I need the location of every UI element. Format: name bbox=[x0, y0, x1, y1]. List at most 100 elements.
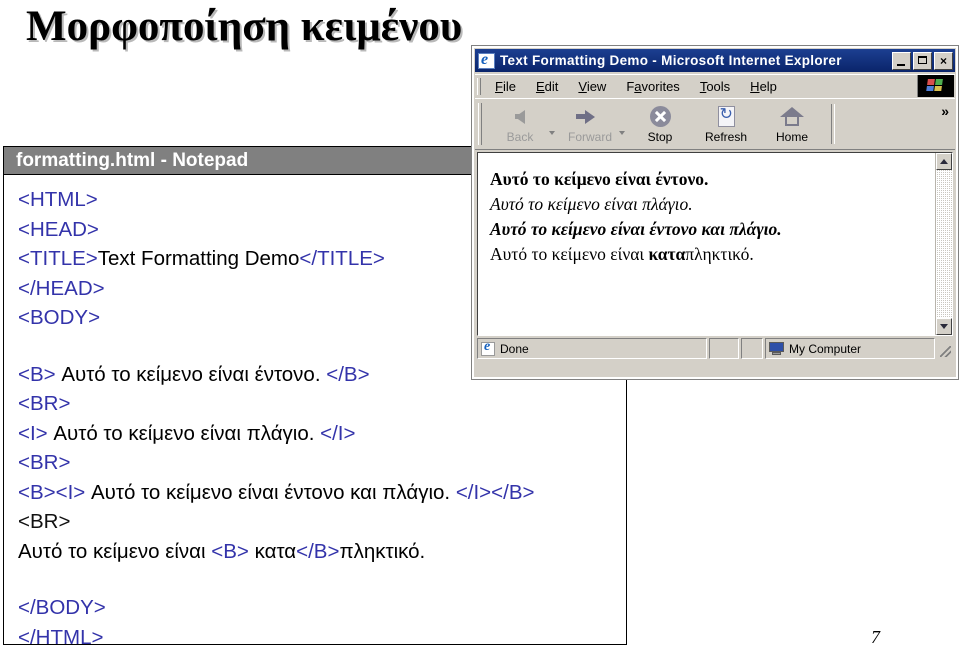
code-text: Αυτό το κείμενο είναι πλάγιο. bbox=[47, 421, 321, 445]
windows-flag-icon bbox=[926, 79, 944, 92]
toolbar-refresh-button[interactable]: Refresh bbox=[693, 101, 759, 147]
status-panel-spacer-1 bbox=[709, 338, 739, 359]
demo-text-line: Αυτό το κείμενο είναι έντονο. bbox=[490, 167, 935, 192]
forward-arrow-icon bbox=[576, 105, 595, 129]
resize-grip[interactable] bbox=[937, 338, 953, 359]
toolbar-stop-button[interactable]: Stop bbox=[627, 101, 693, 147]
security-zone-panel[interactable]: My Computer bbox=[765, 338, 935, 359]
menu-item-tools[interactable]: Tools bbox=[690, 78, 740, 95]
browser-menubar: File Edit View Favorites Tools Help bbox=[475, 74, 955, 97]
status-panel-spacer-2 bbox=[741, 338, 763, 359]
menu-item-help[interactable]: Help bbox=[740, 78, 787, 95]
window-controls: × bbox=[892, 51, 953, 70]
code-line: <BR> bbox=[18, 448, 626, 478]
code-tag: <BR> bbox=[18, 510, 71, 533]
demo-text-fragment: Αυτό το κείμενο είναι έντονο και πλάγιο. bbox=[490, 219, 782, 239]
close-icon: × bbox=[939, 53, 947, 68]
demo-text-line: Αυτό το κείμενο είναι έντονο και πλάγιο. bbox=[490, 217, 935, 242]
demo-text-fragment: Αυτό το κείμενο είναι πλάγιο. bbox=[490, 194, 693, 214]
code-tag: </B> bbox=[326, 362, 370, 386]
demo-text-line: Αυτό το κείμενο είναι καταπληκτικό. bbox=[490, 242, 935, 267]
code-tag: <HEAD> bbox=[18, 217, 99, 241]
code-tag: <B> bbox=[211, 539, 249, 563]
code-text: Text Formatting Demo bbox=[97, 247, 300, 270]
demo-text-fragment: Αυτό το κείμενο είναι έντονο. bbox=[490, 169, 709, 189]
notepad-title-text: formatting.html - Notepad bbox=[16, 149, 249, 171]
code-tag: <I> bbox=[18, 421, 48, 445]
code-tag: <B> bbox=[18, 362, 56, 386]
code-tag: </HTML> bbox=[18, 625, 104, 649]
code-tag: <BR> bbox=[18, 392, 71, 415]
code-text: Αυτό το κείμενο είναι έντονο και πλάγιο. bbox=[85, 480, 456, 504]
code-tag: </TITLE> bbox=[299, 247, 385, 270]
code-tag: </I></B> bbox=[455, 480, 535, 504]
code-tag: </BODY> bbox=[18, 596, 106, 619]
code-tag: <B><I> bbox=[18, 480, 86, 504]
code-line: <B><I> Αυτό το κείμενο είναι έντονο και … bbox=[18, 478, 626, 508]
code-line: </BODY> bbox=[18, 593, 626, 623]
toolbar-dropdown-caret-icon[interactable] bbox=[619, 131, 625, 135]
menu-item-edit[interactable]: Edit bbox=[526, 78, 568, 95]
ie-animated-logo-icon[interactable] bbox=[917, 75, 954, 97]
code-text: πληκτικό. bbox=[339, 539, 426, 563]
minimize-button[interactable] bbox=[892, 51, 911, 70]
vertical-scrollbar[interactable] bbox=[935, 153, 952, 335]
toolbar-button-label: Stop bbox=[647, 129, 673, 144]
ie-logo-icon bbox=[478, 51, 495, 69]
toolbar-buttons: Back Forward Stop Refresh Home bbox=[487, 101, 841, 147]
menu-item-file[interactable]: File bbox=[485, 78, 526, 95]
scrollbar-track[interactable] bbox=[936, 170, 952, 318]
demo-text-line: Αυτό το κείμενο είναι πλάγιο. bbox=[490, 192, 935, 217]
scroll-down-button[interactable] bbox=[936, 318, 952, 335]
maximize-button[interactable] bbox=[913, 51, 932, 70]
menubar-grip[interactable] bbox=[477, 77, 481, 95]
menubar-items: File Edit View Favorites Tools Help bbox=[485, 78, 787, 95]
toolbar-dropdown-caret-icon[interactable] bbox=[549, 131, 555, 135]
code-text: κατα bbox=[248, 539, 297, 563]
code-line: </HTML> bbox=[18, 623, 626, 653]
toolbar-home-button[interactable]: Home bbox=[759, 101, 825, 147]
rendered-page-content: Αυτό το κείμενο είναι έντονο. Αυτό το κεί… bbox=[478, 153, 935, 335]
code-line: <BR> bbox=[18, 389, 626, 419]
code-line: <I> Αυτό το κείμενο είναι πλάγιο. </I> bbox=[18, 419, 626, 449]
security-zone-text: My Computer bbox=[789, 341, 862, 356]
code-line: <BR> bbox=[18, 507, 626, 537]
my-computer-icon bbox=[769, 342, 784, 355]
code-tag: <BODY> bbox=[18, 306, 101, 329]
chevron-up-icon bbox=[940, 159, 948, 164]
code-tag: </HEAD> bbox=[18, 276, 105, 300]
menu-item-view[interactable]: View bbox=[568, 78, 616, 95]
code-tag: <BR> bbox=[18, 451, 71, 474]
page-title: Μορφοποίηση κειμένου bbox=[26, 3, 463, 50]
close-button[interactable]: × bbox=[934, 51, 953, 70]
browser-titlebar[interactable]: Text Formatting Demo - Microsoft Interne… bbox=[475, 49, 955, 72]
back-arrow-icon bbox=[515, 105, 525, 129]
demo-text-fragment: Αυτό το κείμενο είναι bbox=[490, 244, 649, 264]
slide-page-number: 7 bbox=[871, 627, 880, 647]
refresh-icon bbox=[717, 104, 735, 129]
toolbar-button-label: Refresh bbox=[704, 129, 748, 144]
chevron-down-icon bbox=[940, 324, 948, 329]
code-tag: <HTML> bbox=[18, 188, 98, 211]
code-line: Αυτό το κείμενο είναι <B> κατα</B>πληκτι… bbox=[18, 537, 626, 567]
status-message-text: Done bbox=[500, 341, 529, 356]
toolbar-button-label: Forward bbox=[567, 129, 612, 144]
toolbar-back-button[interactable]: Back bbox=[487, 101, 553, 147]
browser-viewport: Αυτό το κείμενο είναι έντονο. Αυτό το κεί… bbox=[477, 152, 953, 336]
browser-statusbar: Done My Computer bbox=[477, 338, 953, 359]
toolbar-button-label: Back bbox=[506, 129, 534, 144]
stop-icon bbox=[649, 105, 671, 129]
menu-item-favorites[interactable]: Favorites bbox=[616, 78, 689, 95]
home-icon bbox=[780, 105, 804, 129]
toolbar-grip[interactable] bbox=[478, 103, 482, 145]
code-tag: </B> bbox=[296, 539, 340, 563]
code-tag: <TITLE> bbox=[18, 247, 98, 270]
toolbar-forward-button[interactable]: Forward bbox=[557, 101, 623, 147]
scroll-up-button[interactable] bbox=[936, 153, 952, 170]
code-text: Αυτό το κείμενο είναι bbox=[18, 539, 212, 563]
demo-text-fragment: πληκτικό. bbox=[685, 244, 754, 264]
toolbar-separator bbox=[831, 104, 835, 144]
toolbar-overflow-icon[interactable]: » bbox=[941, 103, 949, 119]
demo-text-fragment: κατα bbox=[648, 244, 686, 264]
